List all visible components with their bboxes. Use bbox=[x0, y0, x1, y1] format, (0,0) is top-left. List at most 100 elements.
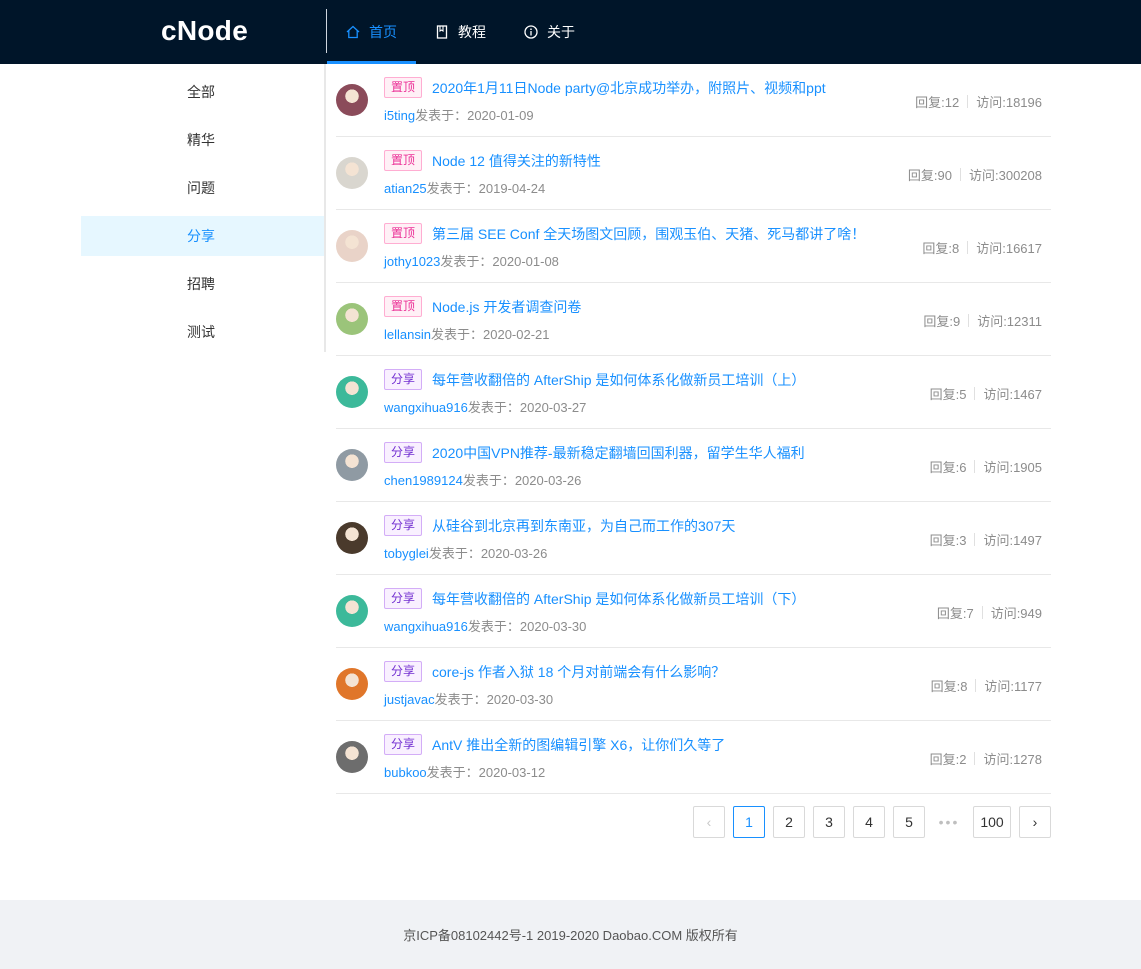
pagination: ‹ 1 2 3 4 5 ••• 100 › bbox=[685, 806, 1051, 838]
topic-stats: 回复:7 访问:949 bbox=[937, 603, 1042, 622]
avatar[interactable] bbox=[336, 741, 368, 773]
pagination-page-4[interactable]: 4 bbox=[853, 806, 885, 838]
sidebar-item-ask[interactable]: 问题 bbox=[81, 168, 324, 208]
topic-author[interactable]: atian25 bbox=[384, 181, 427, 196]
published-label: 发表于： bbox=[430, 327, 483, 342]
avatar[interactable] bbox=[336, 376, 368, 408]
topic-date: 2020-03-30 bbox=[519, 619, 587, 634]
published-label: 发表于： bbox=[426, 181, 479, 196]
pagination-ellipsis[interactable]: ••• bbox=[933, 814, 965, 830]
view-count: 访问:1177 bbox=[984, 679, 1042, 694]
topic-title[interactable]: core-js 作者入狱 18 个月对前端会有什么影响？ bbox=[432, 662, 725, 682]
avatar[interactable] bbox=[336, 522, 368, 554]
view-count: 访问:1497 bbox=[983, 533, 1042, 548]
topic-tag: 置顶 bbox=[384, 296, 423, 317]
topic-row[interactable]: 分享 core-js 作者入狱 18 个月对前端会有什么影响？ justjavac发… bbox=[336, 648, 1051, 721]
topic-title[interactable]: 每年营收翻倍的 AfterShip 是如何体系化做新员工培训（上） bbox=[432, 370, 805, 390]
reply-count: 回复:7 bbox=[936, 606, 974, 621]
avatar[interactable] bbox=[336, 595, 368, 627]
reply-count: 回复:2 bbox=[929, 752, 967, 767]
topic-tag: 置顶 bbox=[384, 77, 423, 98]
stats-divider bbox=[975, 679, 977, 692]
sidebar-item-share[interactable]: 分享 bbox=[81, 216, 324, 256]
sidebar-item-good[interactable]: 精华 bbox=[81, 120, 324, 160]
pagination-page-last[interactable]: 100 bbox=[973, 806, 1011, 838]
topic-title[interactable]: 从硅谷到北京再到东南亚，为自己而工作的307天 bbox=[432, 516, 735, 536]
topic-author[interactable]: justjavac bbox=[384, 692, 435, 707]
topic-row[interactable]: 置顶 Node 12 值得关注的新特性 atian25发表于：2019-04-24 回… bbox=[336, 137, 1051, 210]
view-count: 访问:16617 bbox=[976, 241, 1042, 256]
topic-title[interactable]: Node 12 值得关注的新特性 bbox=[432, 151, 601, 171]
sidebar-item-job[interactable]: 招聘 bbox=[81, 264, 324, 304]
nav-about[interactable]: 关于 bbox=[505, 0, 594, 64]
topic-row[interactable]: 分享 从硅谷到北京再到东南亚，为自己而工作的307天 tobyglei发表于：202… bbox=[336, 502, 1051, 575]
stats-divider bbox=[974, 460, 976, 473]
site-logo[interactable]: cNode bbox=[161, 15, 248, 47]
nav-home-label: 首页 bbox=[369, 24, 397, 40]
topic-stats: 回复:3 访问:1497 bbox=[930, 530, 1042, 549]
topic-title[interactable]: 2020中国VPN推荐-最新稳定翻墙回国利器，留学生华人福利 bbox=[432, 443, 805, 463]
published-label: 发表于： bbox=[467, 619, 520, 634]
topic-row[interactable]: 置顶 第三届 SEE Conf 全天场图文回顾，围观玉伯、天猪、死马都讲了啥！ jo… bbox=[336, 210, 1051, 283]
topic-stats: 回复:12 访问:18196 bbox=[915, 92, 1042, 111]
pagination-page-2[interactable]: 2 bbox=[773, 806, 805, 838]
pagination-page-3[interactable]: 3 bbox=[813, 806, 845, 838]
topic-author[interactable]: jothy1023 bbox=[384, 254, 440, 269]
topic-title[interactable]: 每年营收翻倍的 AfterShip 是如何体系化做新员工培训（下） bbox=[432, 589, 805, 609]
topic-meta: jothy1023发表于：2020-01-08 bbox=[384, 251, 559, 270]
topic-date: 2020-03-27 bbox=[519, 400, 587, 415]
topic-row[interactable]: 分享 AntV 推出全新的图编辑引擎 X6，让你们久等了 bubkoo发表于：202… bbox=[336, 721, 1051, 794]
info-circle-icon bbox=[524, 25, 538, 39]
avatar[interactable] bbox=[336, 303, 368, 335]
top-header: cNode 首页 教程 关于 bbox=[0, 0, 1141, 64]
topic-author[interactable]: wangxihua916 bbox=[384, 619, 468, 634]
topic-date: 2020-03-12 bbox=[478, 765, 546, 780]
topic-meta: tobyglei发表于：2020-03-26 bbox=[384, 543, 547, 562]
topic-date: 2020-03-26 bbox=[480, 546, 548, 561]
nav-home[interactable]: 首页 bbox=[327, 0, 416, 64]
topic-meta: bubkoo发表于：2020-03-12 bbox=[384, 762, 545, 781]
stats-divider bbox=[967, 95, 969, 108]
avatar[interactable] bbox=[336, 668, 368, 700]
topic-meta: justjavac发表于：2020-03-30 bbox=[384, 689, 553, 708]
topic-title[interactable]: Node.js 开发者调查问卷 bbox=[432, 297, 581, 317]
topic-meta: i5ting发表于：2020-01-09 bbox=[384, 105, 534, 124]
topic-author[interactable]: tobyglei bbox=[384, 546, 429, 561]
sidebar-item-all[interactable]: 全部 bbox=[81, 72, 324, 112]
topic-tag: 分享 bbox=[384, 442, 423, 463]
topic-author[interactable]: lellansin bbox=[384, 327, 431, 342]
pagination-page-5[interactable]: 5 bbox=[893, 806, 925, 838]
view-count: 访问:1278 bbox=[983, 752, 1042, 767]
topic-row[interactable]: 置顶 Node.js 开发者调查问卷 lellansin发表于：2020-02-21… bbox=[336, 283, 1051, 356]
pagination-prev-button[interactable]: ‹ bbox=[693, 806, 725, 838]
topic-author[interactable]: i5ting bbox=[384, 108, 415, 123]
topic-stats: 回复:6 访问:1905 bbox=[930, 457, 1042, 476]
topic-row[interactable]: 分享 每年营收翻倍的 AfterShip 是如何体系化做新员工培训（下） wangx… bbox=[336, 575, 1051, 648]
avatar[interactable] bbox=[336, 157, 368, 189]
topic-stats: 回复:8 访问:1177 bbox=[931, 676, 1042, 695]
topic-row[interactable]: 分享 2020中国VPN推荐-最新稳定翻墙回国利器，留学生华人福利 chen1989… bbox=[336, 429, 1051, 502]
topic-stats: 回复:8 访问:16617 bbox=[922, 238, 1042, 257]
stats-divider bbox=[981, 606, 983, 619]
topic-author[interactable]: bubkoo bbox=[384, 765, 427, 780]
avatar[interactable] bbox=[336, 84, 368, 116]
reply-count: 回复:5 bbox=[929, 387, 967, 402]
avatar[interactable] bbox=[336, 230, 368, 262]
view-count: 访问:1905 bbox=[983, 460, 1042, 475]
pagination-next-button[interactable]: › bbox=[1019, 806, 1051, 838]
topic-title[interactable]: 第三届 SEE Conf 全天场图文回顾，围观玉伯、天猪、死马都讲了啥！ bbox=[432, 224, 865, 244]
topic-meta: lellansin发表于：2020-02-21 bbox=[384, 324, 550, 343]
stats-divider bbox=[974, 387, 976, 400]
topic-title[interactable]: AntV 推出全新的图编辑引擎 X6，让你们久等了 bbox=[432, 735, 725, 755]
topic-author[interactable]: chen1989124 bbox=[384, 473, 463, 488]
pagination-page-1[interactable]: 1 bbox=[733, 806, 765, 838]
topic-tag: 分享 bbox=[384, 369, 423, 390]
nav-tutorial[interactable]: 教程 bbox=[416, 0, 505, 64]
topic-row[interactable]: 分享 每年营收翻倍的 AfterShip 是如何体系化做新员工培训（上） wangx… bbox=[336, 356, 1051, 429]
topic-title[interactable]: 2020年1月11日Node party@北京成功举办，附照片、视频和ppt bbox=[432, 78, 826, 98]
topic-author[interactable]: wangxihua916 bbox=[384, 400, 468, 415]
avatar[interactable] bbox=[336, 449, 368, 481]
reply-count: 回复:90 bbox=[907, 168, 952, 183]
topic-row[interactable]: 置顶 2020年1月11日Node party@北京成功举办，附照片、视频和ppt… bbox=[336, 64, 1051, 137]
sidebar-item-test[interactable]: 测试 bbox=[81, 312, 324, 352]
